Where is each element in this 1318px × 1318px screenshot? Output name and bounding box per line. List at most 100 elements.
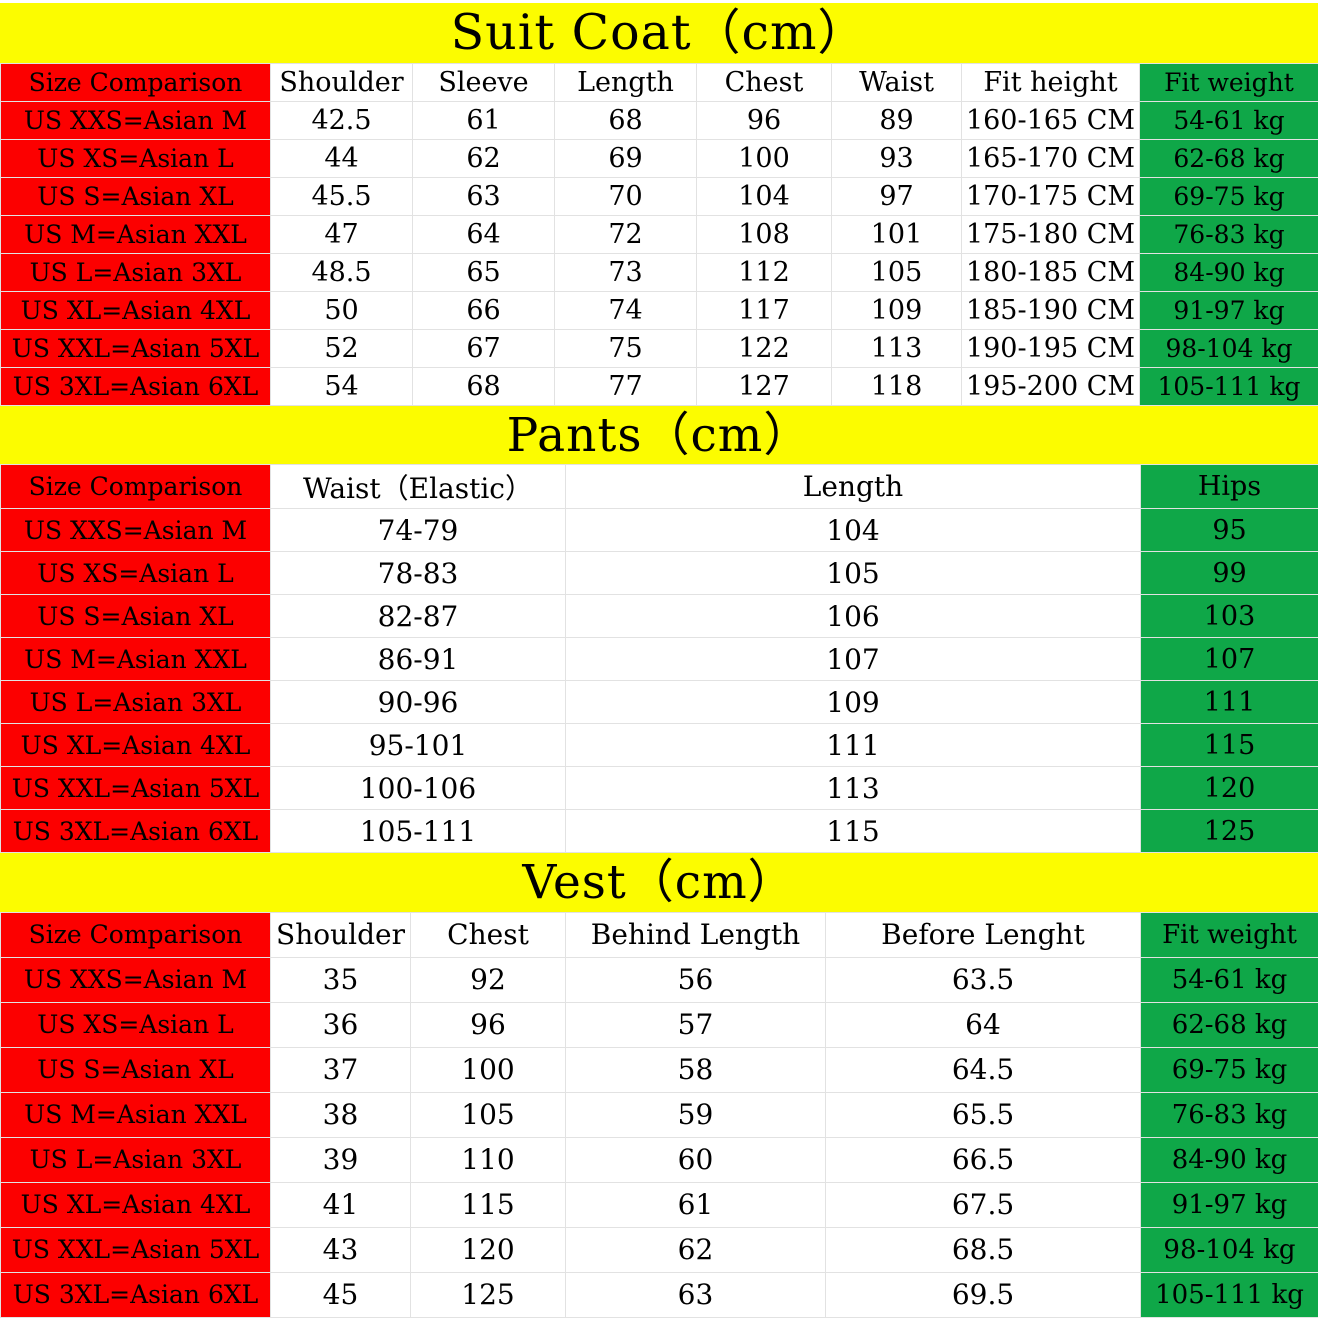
cell-chest: 117 <box>696 290 832 330</box>
column-header-size-comparison: Size Comparison <box>0 464 271 510</box>
table-row: US XL=Asian 4XL 41 115 61 67.5 91-97 kg <box>0 1181 1318 1228</box>
cell-before-lenght: 68.5 <box>825 1226 1141 1273</box>
table-header-row: Size Comparison Shoulder Sleeve Length C… <box>0 62 1318 102</box>
cell-size-comparison: US 3XL=Asian 6XL <box>0 1271 271 1318</box>
table-row: US XXL=Asian 5XL 52 67 75 122 113 190-19… <box>0 328 1318 368</box>
table-row: US L=Asian 3XL 48.5 65 73 112 105 180-18… <box>0 252 1318 292</box>
cell-waist-elastic: 105-111 <box>270 809 566 854</box>
column-header-fit-weight: Fit weight <box>1139 62 1318 102</box>
cell-fit-height: 185-190 CM <box>961 290 1140 330</box>
table-row: US XXL=Asian 5XL 43 120 62 68.5 98-104 k… <box>0 1226 1318 1273</box>
cell-fit-weight: 62-68 kg <box>1139 138 1318 178</box>
column-header-sleeve: Sleeve <box>412 62 555 102</box>
cell-shoulder: 48.5 <box>270 252 413 292</box>
table-row: US XL=Asian 4XL 50 66 74 117 109 185-190… <box>0 290 1318 330</box>
cell-length: 74 <box>554 290 697 330</box>
table-header-row: Size Comparison Waist（Elastic） Length Hi… <box>0 464 1318 510</box>
cell-waist: 118 <box>831 366 962 406</box>
cell-length: 115 <box>565 809 1141 854</box>
table-row: US M=Asian XXL 38 105 59 65.5 76-83 kg <box>0 1091 1318 1138</box>
column-header-waist: Waist <box>831 62 962 102</box>
size-chart-sheet: Suit Coat（cm） Size Comparison Shoulder S… <box>0 0 1318 1318</box>
suit-coat-title: Suit Coat（cm） <box>450 4 868 62</box>
cell-shoulder: 45 <box>270 1271 411 1318</box>
column-header-shoulder: Shoulder <box>270 62 413 102</box>
cell-length: 72 <box>554 214 697 254</box>
column-header-length: Length <box>554 62 697 102</box>
column-header-behind-length: Behind Length <box>565 911 826 958</box>
cell-size-comparison: US S=Asian XL <box>0 1046 271 1093</box>
table-row: US XXS=Asian M 74-79 104 95 <box>0 508 1318 553</box>
cell-size-comparison: US XXS=Asian M <box>0 100 271 140</box>
cell-shoulder: 54 <box>270 366 413 406</box>
cell-length: 75 <box>554 328 697 368</box>
cell-size-comparison: US 3XL=Asian 6XL <box>0 366 271 406</box>
cell-fit-height: 175-180 CM <box>961 214 1140 254</box>
table-row: US S=Asian XL 37 100 58 64.5 69-75 kg <box>0 1046 1318 1093</box>
cell-length: 68 <box>554 100 697 140</box>
column-header-size-comparison: Size Comparison <box>0 62 271 102</box>
cell-hips: 111 <box>1140 680 1318 725</box>
cell-shoulder: 38 <box>270 1091 411 1138</box>
cell-size-comparison: US M=Asian XXL <box>0 1091 271 1138</box>
cell-behind-length: 63 <box>565 1271 826 1318</box>
cell-shoulder: 44 <box>270 138 413 178</box>
vest-table: Size Comparison Shoulder Chest Behind Le… <box>0 911 1318 1318</box>
cell-fit-weight: 98-104 kg <box>1140 1226 1318 1273</box>
cell-waist-elastic: 86-91 <box>270 637 566 682</box>
cell-shoulder: 52 <box>270 328 413 368</box>
cell-chest: 120 <box>410 1226 566 1273</box>
cell-behind-length: 61 <box>565 1181 826 1228</box>
table-row: US 3XL=Asian 6XL 105-111 115 125 <box>0 809 1318 854</box>
cell-length: 73 <box>554 252 697 292</box>
cell-waist-elastic: 74-79 <box>270 508 566 553</box>
table-row: US S=Asian XL 45.5 63 70 104 97 170-175 … <box>0 176 1318 216</box>
cell-fit-weight: 76-83 kg <box>1139 214 1318 254</box>
column-header-shoulder: Shoulder <box>270 911 411 958</box>
cell-length: 69 <box>554 138 697 178</box>
cell-shoulder: 41 <box>270 1181 411 1228</box>
cell-behind-length: 60 <box>565 1136 826 1183</box>
pants-table: Size Comparison Waist（Elastic） Length Hi… <box>0 464 1318 854</box>
cell-before-lenght: 64.5 <box>825 1046 1141 1093</box>
cell-chest: 100 <box>696 138 832 178</box>
cell-size-comparison: US S=Asian XL <box>0 176 271 216</box>
cell-size-comparison: US XS=Asian L <box>0 138 271 178</box>
cell-fit-weight: 69-75 kg <box>1140 1046 1318 1093</box>
cell-waist: 101 <box>831 214 962 254</box>
cell-fit-weight: 84-90 kg <box>1139 252 1318 292</box>
cell-hips: 103 <box>1140 594 1318 639</box>
cell-sleeve: 61 <box>412 100 555 140</box>
cell-fit-weight: 105-111 kg <box>1139 366 1318 406</box>
cell-size-comparison: US XXL=Asian 5XL <box>0 328 271 368</box>
cell-shoulder: 42.5 <box>270 100 413 140</box>
cell-before-lenght: 69.5 <box>825 1271 1141 1318</box>
cell-chest: 127 <box>696 366 832 406</box>
cell-chest: 125 <box>410 1271 566 1318</box>
cell-sleeve: 66 <box>412 290 555 330</box>
cell-waist-elastic: 78-83 <box>270 551 566 596</box>
column-header-fit-weight: Fit weight <box>1140 911 1318 958</box>
cell-fit-weight: 76-83 kg <box>1140 1091 1318 1138</box>
cell-shoulder: 36 <box>270 1001 411 1048</box>
cell-shoulder: 35 <box>270 956 411 1003</box>
table-header-row: Size Comparison Shoulder Chest Behind Le… <box>0 911 1318 958</box>
column-header-chest: Chest <box>410 911 566 958</box>
table-row: US XS=Asian L 44 62 69 100 93 165-170 CM… <box>0 138 1318 178</box>
vest-title-banner: Vest（cm） <box>0 853 1318 912</box>
cell-waist-elastic: 90-96 <box>270 680 566 725</box>
suit-coat-title-banner: Suit Coat（cm） <box>0 2 1318 63</box>
column-header-fit-height: Fit height <box>961 62 1140 102</box>
column-header-hips: Hips <box>1140 464 1318 510</box>
cell-fit-weight: 54-61 kg <box>1140 956 1318 1003</box>
cell-sleeve: 68 <box>412 366 555 406</box>
cell-size-comparison: US XS=Asian L <box>0 551 271 596</box>
column-header-before-lenght: Before Lenght <box>825 911 1141 958</box>
cell-length: 70 <box>554 176 697 216</box>
table-row: US 3XL=Asian 6XL 45 125 63 69.5 105-111 … <box>0 1271 1318 1318</box>
cell-fit-height: 165-170 CM <box>961 138 1140 178</box>
cell-hips: 115 <box>1140 723 1318 768</box>
cell-size-comparison: US XXS=Asian M <box>0 956 271 1003</box>
cell-fit-weight: 105-111 kg <box>1140 1271 1318 1318</box>
cell-waist-elastic: 82-87 <box>270 594 566 639</box>
